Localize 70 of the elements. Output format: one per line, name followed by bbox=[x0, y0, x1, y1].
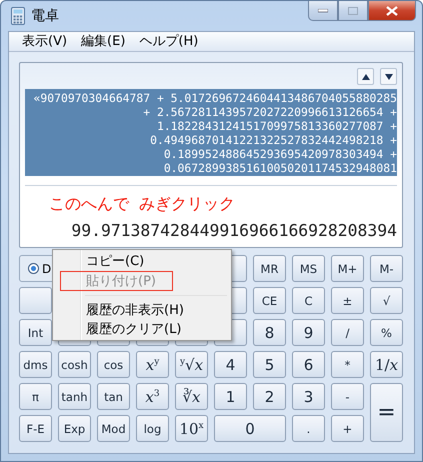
calculator-key[interactable]: 5 bbox=[253, 351, 286, 378]
close-icon bbox=[386, 6, 398, 16]
calculator-key[interactable]: - bbox=[331, 383, 364, 410]
calculator-key[interactable]: 6 bbox=[292, 351, 325, 378]
calculator-key[interactable]: √ bbox=[370, 287, 403, 314]
history-line: «9070970304664787 + 5.0172696724604413486704055880285 bbox=[34, 91, 397, 105]
calculator-key[interactable]: Mod bbox=[97, 415, 130, 442]
calculator-key[interactable] bbox=[19, 287, 52, 314]
calculator-key[interactable]: M- bbox=[370, 255, 403, 282]
calculator-key[interactable]: 1/x bbox=[370, 351, 403, 378]
calculator-key[interactable]: C bbox=[292, 287, 325, 314]
calculator-key[interactable]: 10$^{x}$ bbox=[175, 415, 208, 442]
calculator-key[interactable]: cosh bbox=[58, 351, 91, 378]
calculator-key[interactable]: π bbox=[19, 383, 52, 410]
menu-item[interactable]: ヘルプ(H) bbox=[132, 32, 206, 51]
scroll-down-button[interactable] bbox=[380, 68, 397, 85]
calculator-key[interactable]: MR bbox=[253, 255, 286, 282]
calculator-key[interactable]: 3 bbox=[292, 383, 325, 410]
calculator-key[interactable]: tan bbox=[97, 383, 130, 410]
context-menu-item[interactable]: 履歴のクリア(L) bbox=[55, 319, 229, 338]
calculator-key[interactable]: = bbox=[370, 383, 403, 442]
calculator-key[interactable]: 9 bbox=[292, 319, 325, 346]
menu-item[interactable]: 表示(V) bbox=[15, 32, 74, 51]
minimize-icon bbox=[318, 8, 328, 12]
calculator-key[interactable]: F-E bbox=[19, 415, 52, 442]
calculator-key[interactable]: 8 bbox=[253, 319, 286, 346]
calculator-key[interactable]: + bbox=[331, 415, 364, 442]
history-line: + 2.5672811439572027220996613126654 + bbox=[143, 105, 397, 119]
minimize-button[interactable] bbox=[308, 1, 338, 21]
calculator-key[interactable]: * bbox=[331, 351, 364, 378]
calculator-key[interactable]: CE bbox=[253, 287, 286, 314]
annotation-text: このへんで みぎクリック bbox=[49, 194, 236, 215]
history-line: 1.1822843124151709975813360277087 + bbox=[156, 119, 397, 133]
up-triangle-icon bbox=[362, 74, 370, 80]
calculator-key[interactable]: MS bbox=[292, 255, 325, 282]
radio-button[interactable] bbox=[28, 263, 39, 274]
calculator-key[interactable]: x$^{3}$ bbox=[136, 383, 169, 410]
maximize-button[interactable] bbox=[338, 1, 368, 21]
calculator-key[interactable]: . bbox=[292, 415, 325, 442]
close-button[interactable] bbox=[368, 1, 416, 21]
calculator-key[interactable]: ∛x bbox=[175, 383, 208, 410]
calculator-key[interactable]: tanh bbox=[58, 383, 91, 410]
calculator-key[interactable]: 2 bbox=[253, 383, 286, 410]
calculator-key[interactable]: 4 bbox=[214, 351, 247, 378]
calculator-key[interactable]: Int bbox=[19, 319, 52, 346]
context-menu-item[interactable]: コピー(C) bbox=[55, 252, 229, 271]
calculator-icon bbox=[11, 7, 25, 25]
result-value: 99.971387428449916966166928208394 bbox=[71, 221, 397, 240]
calculator-key[interactable]: 1 bbox=[214, 383, 247, 410]
calculator-key[interactable]: dms bbox=[19, 351, 52, 378]
history-line: 0.06728993851610050201174532948081 bbox=[164, 161, 397, 175]
radio-label[interactable]: D bbox=[42, 262, 52, 276]
menu-item[interactable]: 編集(E) bbox=[74, 32, 132, 51]
calculator-key[interactable]: cos bbox=[97, 351, 130, 378]
history-line: 0.189952488645293695420978303494 + bbox=[164, 147, 397, 161]
calculator-key[interactable]: Exp bbox=[58, 415, 91, 442]
calculator-key[interactable]: / bbox=[331, 319, 364, 346]
context-menu-item[interactable]: 履歴の非表示(H) bbox=[55, 300, 229, 320]
maximize-icon bbox=[348, 6, 358, 14]
calculator-key[interactable]: M+ bbox=[331, 255, 364, 282]
scroll-up-button[interactable] bbox=[357, 68, 374, 85]
calculator-key[interactable]: $^{y}$√x bbox=[175, 351, 208, 378]
calculator-key[interactable]: x$^{y}$ bbox=[136, 351, 169, 378]
calculator-key[interactable]: ± bbox=[331, 287, 364, 314]
calculator-key[interactable]: % bbox=[370, 319, 403, 346]
down-triangle-icon bbox=[384, 74, 392, 80]
calculator-key[interactable]: log bbox=[136, 415, 169, 442]
calculator-key[interactable]: 0 bbox=[214, 415, 286, 442]
history-line: 0.49496870141221322527832442498218 + bbox=[150, 133, 397, 147]
window-title: 電卓 bbox=[31, 7, 60, 25]
